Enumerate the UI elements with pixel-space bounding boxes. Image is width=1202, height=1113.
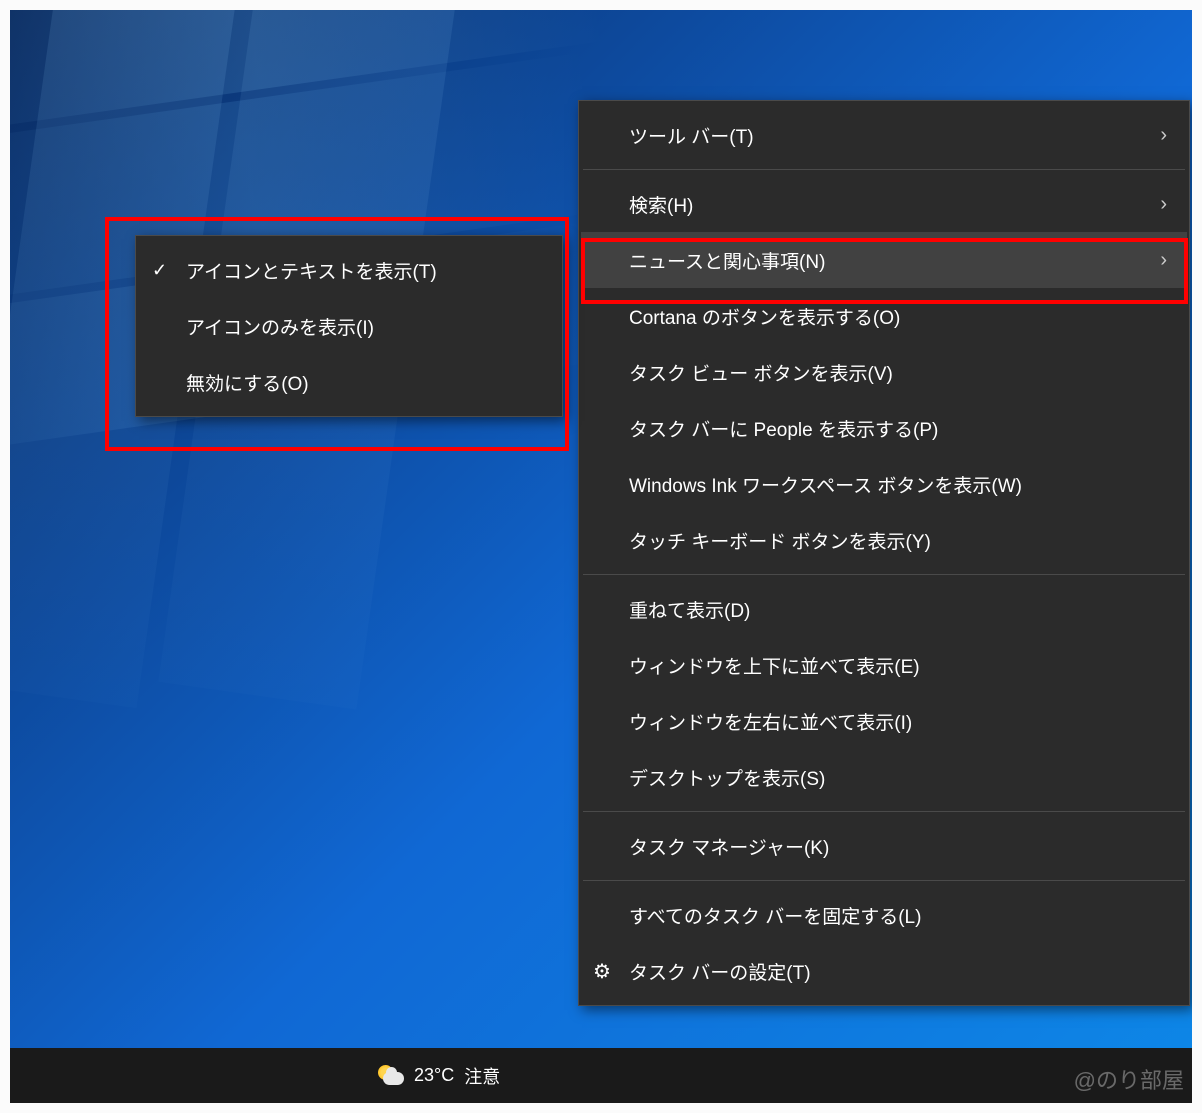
menu-item-label: ツール バー(T) xyxy=(629,122,1160,149)
menu-item-show-desktop[interactable]: デスクトップを表示(S) xyxy=(581,749,1187,805)
chevron-right-icon: › xyxy=(1160,249,1167,272)
weather-icon xyxy=(378,1065,404,1087)
menu-item-cascade[interactable]: 重ねて表示(D) xyxy=(581,581,1187,637)
submenu-item-disable[interactable]: 無効にする(O) xyxy=(138,354,560,410)
menu-item-task-view[interactable]: タスク ビュー ボタンを表示(V) xyxy=(581,344,1187,400)
menu-item-label: タスク バーの設定(T) xyxy=(629,958,1167,985)
menu-item-label: ウィンドウを上下に並べて表示(E) xyxy=(629,652,1167,679)
check-icon: ✓ xyxy=(152,260,167,281)
menu-separator xyxy=(583,574,1185,575)
menu-item-label: タスク ビュー ボタンを表示(V) xyxy=(629,359,1167,386)
menu-item-label: Cortana のボタンを表示する(O) xyxy=(629,303,1167,330)
weather-widget[interactable]: 23°C 注意 xyxy=(378,1063,500,1089)
taskbar[interactable]: 23°C 注意 xyxy=(10,1048,1192,1103)
menu-item-label: ニュースと関心事項(N) xyxy=(629,247,1160,274)
menu-item-taskbar-settings[interactable]: ⚙ タスク バーの設定(T) xyxy=(581,943,1187,999)
news-interests-submenu: ✓ アイコンとテキストを表示(T) アイコンのみを表示(I) 無効にする(O) xyxy=(135,235,563,417)
menu-item-label: 重ねて表示(D) xyxy=(629,596,1167,623)
menu-separator xyxy=(583,169,1185,170)
taskbar-context-menu: ツール バー(T) › 検索(H) › ニュースと関心事項(N) › Corta… xyxy=(578,100,1190,1006)
menu-item-label: アイコンのみを表示(I) xyxy=(186,313,540,340)
menu-item-news-interests[interactable]: ニュースと関心事項(N) › xyxy=(581,232,1187,288)
menu-item-people[interactable]: タスク バーに People を表示する(P) xyxy=(581,400,1187,456)
menu-item-stack-vertical[interactable]: ウィンドウを左右に並べて表示(I) xyxy=(581,693,1187,749)
menu-item-label: 無効にする(O) xyxy=(186,369,540,396)
weather-condition: 注意 xyxy=(464,1063,500,1089)
submenu-item-icon-only[interactable]: アイコンのみを表示(I) xyxy=(138,298,560,354)
menu-item-label: デスクトップを表示(S) xyxy=(629,764,1167,791)
menu-item-cortana-button[interactable]: Cortana のボタンを表示する(O) xyxy=(581,288,1187,344)
menu-item-label: すべてのタスク バーを固定する(L) xyxy=(629,902,1167,929)
menu-item-label: 検索(H) xyxy=(629,191,1160,218)
menu-item-touch-keyboard[interactable]: タッチ キーボード ボタンを表示(Y) xyxy=(581,512,1187,568)
menu-separator xyxy=(583,811,1185,812)
menu-item-label: タッチ キーボード ボタンを表示(Y) xyxy=(629,527,1167,554)
gear-icon: ⚙ xyxy=(593,959,611,984)
menu-item-toolbars[interactable]: ツール バー(T) › xyxy=(581,107,1187,163)
menu-item-windows-ink[interactable]: Windows Ink ワークスペース ボタンを表示(W) xyxy=(581,456,1187,512)
menu-item-label: Windows Ink ワークスペース ボタンを表示(W) xyxy=(629,471,1167,498)
menu-item-lock-taskbar[interactable]: すべてのタスク バーを固定する(L) xyxy=(581,887,1187,943)
menu-item-search[interactable]: 検索(H) › xyxy=(581,176,1187,232)
submenu-item-icon-text[interactable]: ✓ アイコンとテキストを表示(T) xyxy=(138,242,560,298)
menu-item-label: ウィンドウを左右に並べて表示(I) xyxy=(629,708,1167,735)
menu-item-label: タスク バーに People を表示する(P) xyxy=(629,415,1167,442)
menu-separator xyxy=(583,880,1185,881)
menu-item-stack-horizontal[interactable]: ウィンドウを上下に並べて表示(E) xyxy=(581,637,1187,693)
menu-item-label: タスク マネージャー(K) xyxy=(629,833,1167,860)
weather-temp: 23°C xyxy=(414,1065,454,1086)
chevron-right-icon: › xyxy=(1160,193,1167,216)
menu-item-task-manager[interactable]: タスク マネージャー(K) xyxy=(581,818,1187,874)
chevron-right-icon: › xyxy=(1160,124,1167,147)
menu-item-label: アイコンとテキストを表示(T) xyxy=(186,257,540,284)
